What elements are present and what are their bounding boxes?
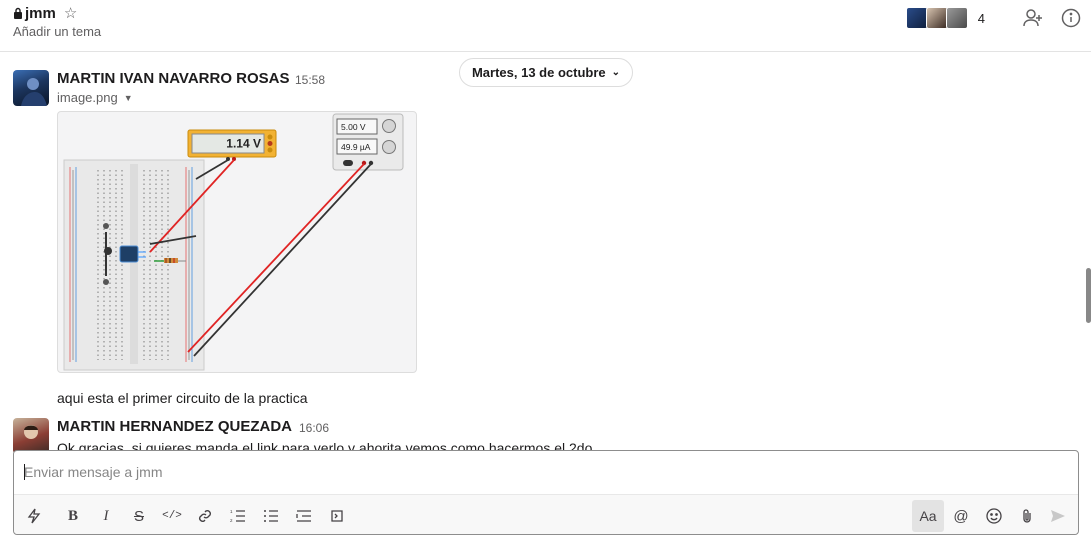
svg-text:2: 2 (230, 518, 233, 523)
composer-toolbar: B I S </> 12 Aa @ (14, 494, 1078, 534)
file-name-label: image.png (57, 90, 118, 105)
member-avatars[interactable] (905, 7, 968, 29)
member-avatar (905, 7, 928, 29)
channel-header: jmm ☆ Añadir un tema 4 (0, 0, 1091, 52)
message-text: Ok gracias, si quieres manda el link par… (57, 440, 593, 450)
supply-voltage: 5.00 V (341, 122, 366, 132)
message-sender[interactable]: MARTIN IVAN NAVARRO ROSAS (57, 70, 290, 87)
channel-title[interactable]: jmm ☆ (13, 4, 77, 22)
info-icon[interactable] (1059, 6, 1083, 30)
member-avatar (945, 7, 968, 29)
member-count[interactable]: 4 (978, 11, 985, 26)
supply-current: 49.9 µA (341, 142, 371, 152)
message-composer: B I S </> 12 Aa @ (13, 450, 1079, 535)
channel-topic[interactable]: Añadir un tema (13, 24, 101, 39)
link-icon[interactable] (191, 502, 219, 530)
shortcuts-lightning-icon[interactable] (20, 502, 48, 530)
circuit-image: 1.14 V 5.00 V 49.9 µA (63, 113, 404, 371)
emoji-icon[interactable] (980, 502, 1008, 530)
message-text: aqui esta el primer circuito de la pract… (57, 390, 308, 406)
image-attachment[interactable]: 1.14 V 5.00 V 49.9 µA (57, 111, 417, 373)
code-block-icon[interactable] (323, 502, 351, 530)
text-cursor (24, 464, 25, 480)
caret-down-icon[interactable]: ▼ (124, 93, 133, 103)
mention-icon[interactable]: @ (947, 502, 975, 530)
svg-text:1: 1 (230, 509, 233, 514)
ordered-list-icon[interactable]: 12 (224, 502, 252, 530)
member-avatar (925, 7, 948, 29)
multimeter-reading: 1.14 V (226, 137, 261, 151)
strikethrough-icon[interactable]: S (125, 502, 153, 530)
formatting-toggle-button[interactable]: Aa (912, 500, 944, 532)
channel-name[interactable]: jmm (25, 5, 56, 22)
blockquote-icon[interactable] (290, 502, 318, 530)
message-timestamp[interactable]: 16:06 (299, 421, 329, 435)
lock-icon (14, 7, 22, 19)
add-member-icon[interactable] (1021, 6, 1045, 30)
code-icon[interactable]: </> (158, 502, 186, 530)
send-icon[interactable] (1044, 502, 1072, 530)
date-divider-button[interactable]: Martes, 13 de octubre ⌄ (459, 58, 633, 87)
avatar[interactable] (13, 70, 49, 106)
italic-icon[interactable]: I (92, 502, 120, 530)
attachment-icon[interactable] (1013, 502, 1041, 530)
scrollbar[interactable] (1086, 268, 1091, 323)
file-name[interactable]: image.png ▼ (57, 90, 133, 105)
message-timestamp[interactable]: 15:58 (295, 73, 325, 87)
avatar[interactable] (13, 418, 49, 454)
bold-icon[interactable]: B (59, 502, 87, 530)
message-input[interactable] (24, 464, 1064, 480)
date-label: Martes, 13 de octubre (471, 65, 606, 80)
message-sender[interactable]: MARTIN HERNANDEZ QUEZADA (57, 418, 292, 435)
chevron-down-icon: ⌄ (611, 67, 621, 78)
bulleted-list-icon[interactable] (257, 502, 285, 530)
star-icon[interactable]: ☆ (64, 4, 77, 22)
